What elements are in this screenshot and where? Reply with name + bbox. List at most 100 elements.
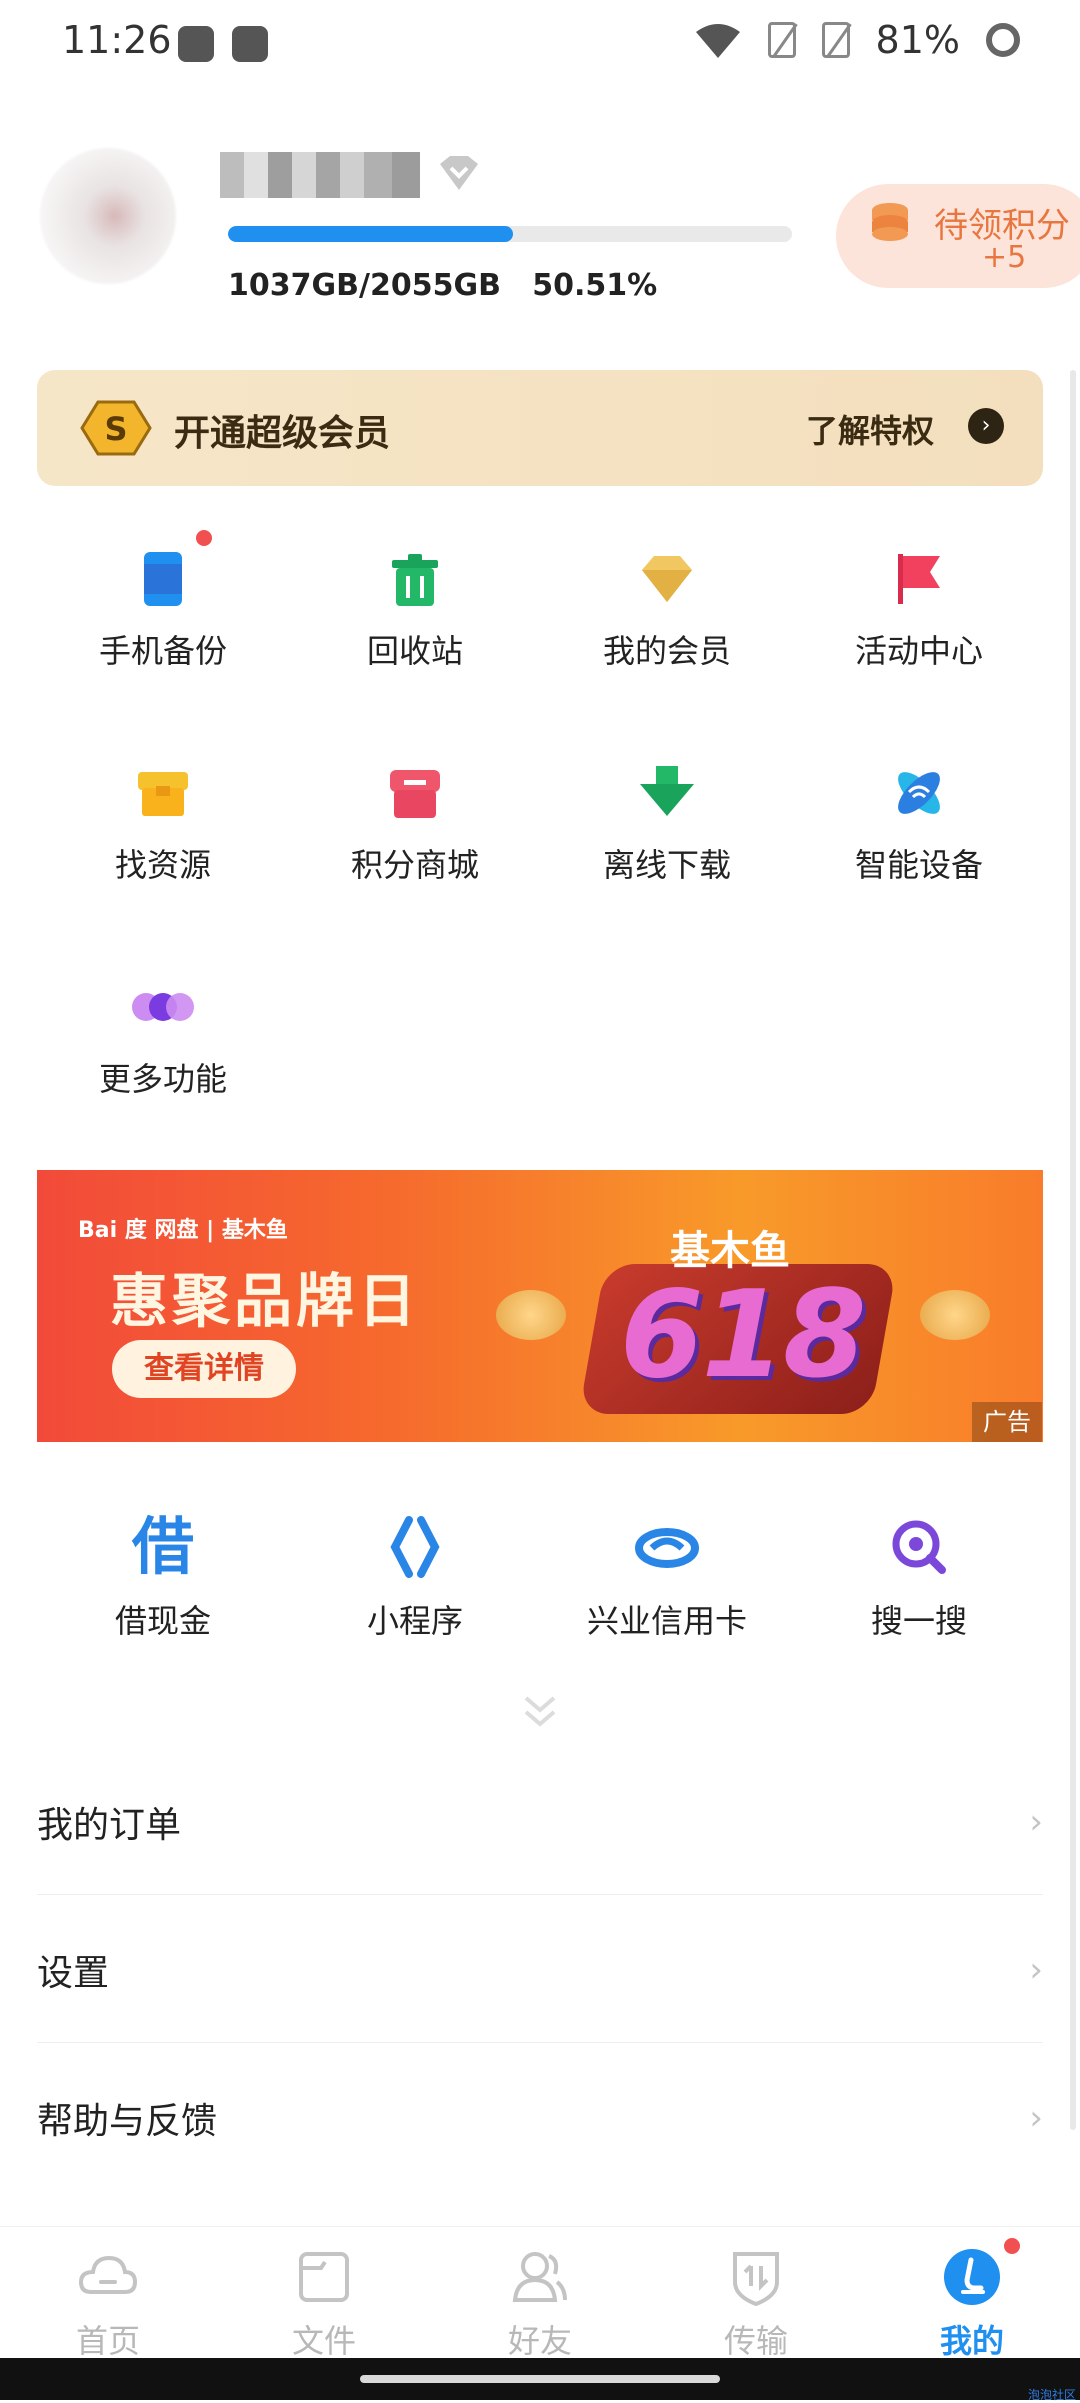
sim-off-icon	[821, 22, 850, 58]
points-value: +5	[982, 240, 1027, 275]
menu-label: 帮助与反馈	[37, 2101, 218, 2142]
chevron-right-icon[interactable]: ›	[968, 408, 1004, 444]
nav-transfer[interactable]: 传输	[676, 2246, 836, 2362]
storage-progress-bar	[228, 226, 792, 242]
menu-label: 我的订单	[37, 1805, 182, 1846]
search-icon	[794, 1512, 1044, 1582]
storage-percent: 50.51%	[532, 268, 658, 303]
grid-item-phone-backup[interactable]: 手机备份	[38, 530, 288, 672]
storage-text: 1037GB/2055GB	[228, 268, 501, 303]
notification-dot	[1004, 2238, 1020, 2254]
diamond-icon	[638, 550, 696, 608]
grid-item-activity-center[interactable]: 活动中心	[794, 550, 1044, 672]
watermark: 泡泡社区	[1027, 2388, 1076, 2402]
scrollbar[interactable]	[1070, 370, 1076, 2130]
service-mini-program[interactable]: 小程序	[290, 1512, 540, 1642]
username-blurred[interactable]	[220, 152, 420, 198]
more-dots-icon	[132, 978, 194, 1036]
expand-chevron-icon[interactable]	[520, 1692, 560, 1732]
resource-box-icon	[134, 764, 192, 822]
ad-tag: 广告	[972, 1402, 1042, 1442]
grid-label: 活动中心	[854, 632, 983, 670]
nav-me[interactable]: 我的	[892, 2246, 1052, 2362]
nav-files[interactable]: 文件	[244, 2246, 404, 2362]
cloud-icon	[78, 2255, 138, 2294]
menu-help-feedback[interactable]: 帮助与反馈 ›	[37, 2042, 1043, 2190]
coin-icon	[496, 1290, 566, 1340]
grid-label: 智能设备	[854, 846, 983, 884]
grid-label: 找资源	[114, 846, 211, 884]
grid-item-recycle-bin[interactable]: 回收站	[290, 550, 540, 672]
super-vip-icon: S	[80, 400, 152, 456]
service-credit-card[interactable]: 兴业信用卡	[542, 1512, 792, 1642]
grid-label: 回收站	[366, 632, 463, 670]
transfer-icon	[733, 2252, 779, 2307]
grid-label: 我的会员	[602, 632, 731, 670]
flag-icon	[890, 550, 948, 608]
ad-details-button[interactable]: 查看详情	[112, 1340, 296, 1398]
service-label: 搜一搜	[870, 1602, 967, 1640]
storage-summary: 1037GB/2055GB 50.51%	[228, 268, 657, 303]
trash-icon	[386, 550, 444, 608]
notification-dot	[196, 530, 212, 546]
ad-title: 惠聚品牌日	[110, 1267, 421, 1335]
nav-home[interactable]: 首页	[28, 2246, 188, 2362]
smart-device-icon	[890, 764, 948, 822]
battery-icon	[986, 23, 1020, 57]
mini-program-icon	[290, 1512, 540, 1582]
service-label: 小程序	[366, 1602, 463, 1640]
grid-item-more-features[interactable]: 更多功能	[38, 978, 288, 1100]
vip-title: 开通超级会员	[174, 413, 391, 454]
grid-label: 积分商城	[350, 846, 479, 884]
service-label: 借现金	[114, 1602, 211, 1640]
menu-label: 设置	[37, 1953, 110, 1994]
store-icon	[386, 764, 444, 822]
menu-settings[interactable]: 设置 ›	[37, 1894, 1043, 2043]
nav-label: 我的	[939, 2322, 1004, 2360]
service-label: 兴业信用卡	[586, 1602, 747, 1640]
grid-item-my-membership[interactable]: 我的会员	[542, 550, 792, 672]
grid-label: 离线下载	[602, 846, 731, 884]
grid-item-points-store[interactable]: 积分商城	[290, 764, 540, 886]
grid-item-find-resources[interactable]: 找资源	[38, 764, 288, 886]
chevron-right-icon: ›	[1029, 2098, 1043, 2138]
grid-label: 更多功能	[98, 1060, 227, 1098]
folder-icon	[299, 2252, 349, 2302]
download-arrow-icon	[638, 764, 696, 822]
grid-label: 手机备份	[98, 632, 227, 670]
chevron-right-icon: ›	[1029, 1950, 1043, 1990]
nav-friends[interactable]: 好友	[460, 2246, 620, 2362]
battery-level: 81%	[875, 18, 960, 62]
service-search[interactable]: 搜一搜	[794, 1512, 1044, 1642]
wifi-icon	[695, 24, 740, 58]
profile-icon	[944, 2249, 1000, 2305]
ad-brand: Bai 度 网盘 | 基木鱼	[78, 1218, 288, 1243]
service-loan[interactable]: 借 借现金	[38, 1512, 288, 1642]
status-right: 81%	[694, 18, 1020, 62]
grid-item-offline-download[interactable]: 离线下载	[542, 764, 792, 886]
storage-progress-fill	[228, 226, 513, 242]
gesture-handle[interactable]	[360, 2375, 720, 2383]
avatar[interactable]	[40, 148, 176, 284]
vip-level-icon[interactable]	[436, 154, 482, 194]
friends-icon	[512, 2252, 567, 2302]
coin-stack-icon	[872, 203, 908, 241]
notification-icon	[232, 26, 268, 62]
nav-label: 文件	[291, 2322, 356, 2360]
nav-label: 好友	[507, 2322, 572, 2360]
phone-backup-icon	[134, 530, 212, 608]
ad-618: 618	[620, 1266, 866, 1405]
vip-privileges-link[interactable]: 了解特权	[806, 406, 934, 452]
menu-my-orders[interactable]: 我的订单 ›	[37, 1746, 1043, 1895]
credit-card-icon	[542, 1512, 792, 1582]
notification-icon	[178, 26, 214, 62]
coin-icon	[920, 1290, 990, 1340]
loan-icon: 借	[131, 1510, 194, 1583]
nav-label: 传输	[723, 2322, 788, 2360]
nav-label: 首页	[75, 2322, 140, 2360]
svg-text:S: S	[104, 410, 127, 448]
sim-off-icon	[767, 22, 796, 58]
status-time: 11:26	[62, 18, 172, 62]
chevron-right-icon: ›	[1029, 1802, 1043, 1842]
grid-item-smart-devices[interactable]: 智能设备	[794, 764, 1044, 886]
